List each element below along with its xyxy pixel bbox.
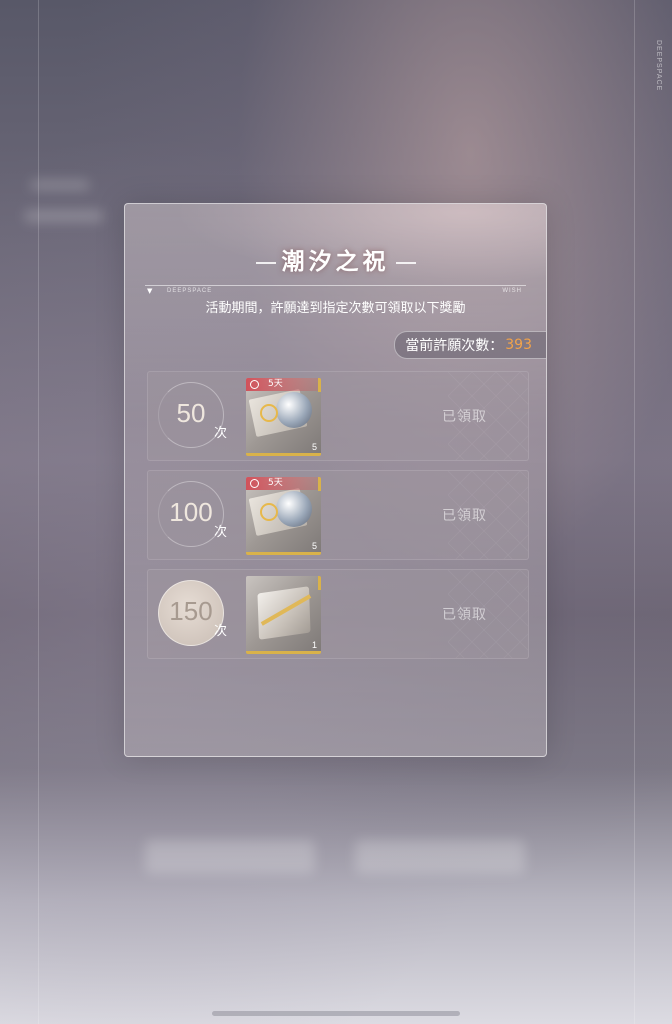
reward-item[interactable]: 5天 5 [246,477,321,555]
bg-side-text: DEEPSPACE [655,40,662,92]
bg-line [634,0,635,1024]
rarity-marker [318,477,321,491]
bg-blur-button [145,840,315,874]
claim-status: 已領取 [442,607,487,623]
header-divider [145,285,526,286]
claim-status: 已領取 [442,409,487,425]
title-dash-left [255,262,276,264]
reward-item[interactable]: 5天 5 [246,378,321,456]
header-tag-left: DEEPSPACE [167,288,213,294]
orb-icon [276,491,312,527]
timer-text: 5天 [268,379,283,389]
reward-row[interactable]: 100 次 5天 5 已領取 [147,470,529,560]
reward-row[interactable]: 50 次 5天 5 已領取 [147,371,529,461]
reward-row[interactable]: 150 次 1 已領取 [147,569,529,659]
clock-icon [250,380,259,389]
gold-ring-icon [260,503,278,521]
panel-title-wrap: 潮汐之祝 [125,242,546,276]
gold-ring-icon [260,404,278,422]
item-timer: 5天 [246,477,320,490]
item-quantity: 5 [311,541,317,551]
header-tag-right: WISH [502,288,522,294]
threshold-unit: 次 [214,624,228,639]
panel-title: 潮汐之祝 [281,248,390,275]
title-dash-right [395,262,416,264]
triangle-down-icon: ▼ [147,287,153,295]
item-quantity: 1 [311,640,317,650]
bg-blur-button [355,840,525,874]
rarity-marker [318,576,321,590]
bg-blur-text [24,210,104,222]
threshold-unit: 次 [214,525,228,540]
wish-reward-panel: 潮汐之祝 ▼ DEEPSPACE WISH 活動期間，許願達到指定次數可領取以下… [124,203,547,757]
wish-count-display: 當前許願次數： 393 [394,331,546,359]
threshold-unit: 次 [214,426,228,441]
home-indicator[interactable] [212,1011,460,1016]
orb-icon [276,392,312,428]
item-quantity: 5 [311,442,317,452]
panel-subtitle: 活動期間，許願達到指定次數可領取以下獎勵 [205,301,466,316]
wish-count-label: 當前許願次數： [405,338,504,354]
rarity-marker [318,378,321,392]
wish-count-value: 393 [505,337,532,353]
timer-text: 5天 [268,478,283,488]
claim-status: 已領取 [442,508,487,524]
item-timer: 5天 [246,378,320,391]
reward-item[interactable]: 1 [246,576,321,654]
clock-icon [250,479,259,488]
bg-blur-text [30,180,90,190]
bg-line [38,0,39,1024]
